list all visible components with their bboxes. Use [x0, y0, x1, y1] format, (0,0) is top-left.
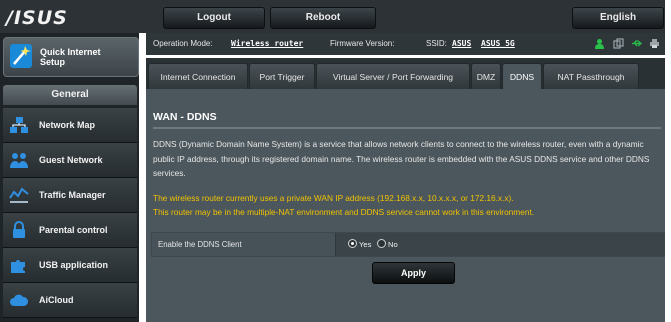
status-bar: Operation Mode: Wireless router Firmware… — [146, 33, 671, 55]
ddns-yes-label: Yes — [359, 240, 372, 249]
sidebar-item-traffic-manager[interactable]: Traffic Manager — [3, 178, 137, 213]
guest-network-icon — [10, 153, 28, 168]
apply-button[interactable]: Apply — [372, 262, 455, 284]
ssid-label: SSID: — [426, 39, 447, 48]
sidebar-item-label: Parental control — [39, 225, 108, 235]
main-panel: WAN - DDNS DDNS (Dynamic Domain Name Sys… — [146, 89, 671, 322]
user-icon[interactable] — [594, 38, 605, 49]
sidebar-item-parental-control[interactable]: Parental control — [3, 213, 137, 248]
tab-bar: Internet Connection Port Trigger Virtual… — [146, 58, 671, 90]
puzzle-icon — [11, 260, 25, 273]
sidebar-item-label: Traffic Manager — [39, 190, 106, 200]
sidebar-item-network-map[interactable]: Network Map — [3, 108, 137, 143]
sidebar-item-label: AiCloud — [39, 295, 74, 305]
enable-ddns-row: Enable the DDNS Client Yes No — [151, 232, 669, 257]
multiple-nat-warning: This router may be in the multiple-NAT e… — [153, 207, 535, 217]
sidebar-section-general: General — [3, 85, 137, 105]
quick-internet-setup-button[interactable]: Quick Internet Setup — [3, 37, 139, 77]
sidebar: Quick Internet Setup General Network Map… — [0, 33, 139, 322]
tab-nat-passthrough[interactable]: NAT Passthrough — [543, 63, 639, 90]
copy-icon[interactable] — [613, 38, 624, 49]
reboot-button[interactable]: Reboot — [270, 7, 376, 29]
wand-icon — [10, 44, 32, 68]
enable-ddns-label: Enable the DDNS Client — [152, 233, 336, 256]
page-edge — [665, 0, 671, 322]
traffic-manager-icon — [9, 187, 29, 203]
top-bar: /ISUS Logout Reboot English — [0, 0, 671, 33]
language-value: English — [599, 12, 637, 23]
operation-mode-label: Operation Mode: — [153, 39, 213, 48]
firmware-version-label: Firmware Version: — [330, 39, 395, 48]
quick-setup-label: Quick Internet Setup — [40, 47, 101, 67]
tab-port-trigger[interactable]: Port Trigger — [249, 63, 315, 90]
operation-mode-link[interactable]: Wireless router — [231, 39, 303, 48]
network-map-icon — [10, 117, 28, 133]
ddns-description: DDNS (Dynamic Domain Name System) is a s… — [153, 139, 650, 178]
page-title: WAN - DDNS — [153, 111, 217, 123]
ddns-no-label: No — [388, 240, 398, 249]
sidebar-item-guest-network[interactable]: Guest Network — [3, 143, 137, 178]
tab-ddns[interactable]: DDNS — [502, 63, 542, 90]
asus-logo: /ISUS — [6, 7, 68, 29]
sidebar-item-aicloud[interactable]: AiCloud — [3, 283, 137, 318]
sidebar-item-label: USB application — [39, 260, 109, 270]
sidebar-item-label: Guest Network — [39, 155, 103, 165]
title-divider — [153, 127, 661, 129]
lock-icon — [13, 221, 25, 238]
cloud-icon — [10, 294, 29, 306]
ssid-link-24ghz[interactable]: ASUS — [452, 39, 471, 48]
tab-virtual-server-port-forwarding[interactable]: Virtual Server / Port Forwarding — [316, 63, 470, 90]
private-wan-warning: The wireless router currently uses a pri… — [153, 193, 514, 203]
sidebar-item-usb-application[interactable]: USB application — [3, 248, 137, 283]
ddns-no-radio[interactable] — [377, 239, 386, 248]
printer-icon[interactable] — [649, 38, 660, 49]
ssid-link-5ghz[interactable]: ASUS_5G — [481, 39, 515, 48]
language-select[interactable]: English — [572, 7, 664, 29]
logout-button[interactable]: Logout — [163, 7, 265, 29]
sidebar-item-label: Network Map — [39, 120, 96, 130]
tab-internet-connection[interactable]: Internet Connection — [148, 63, 248, 90]
ddns-yes-radio[interactable] — [348, 239, 357, 248]
tab-dmz[interactable]: DMZ — [471, 63, 501, 90]
usb-icon[interactable] — [631, 38, 642, 49]
